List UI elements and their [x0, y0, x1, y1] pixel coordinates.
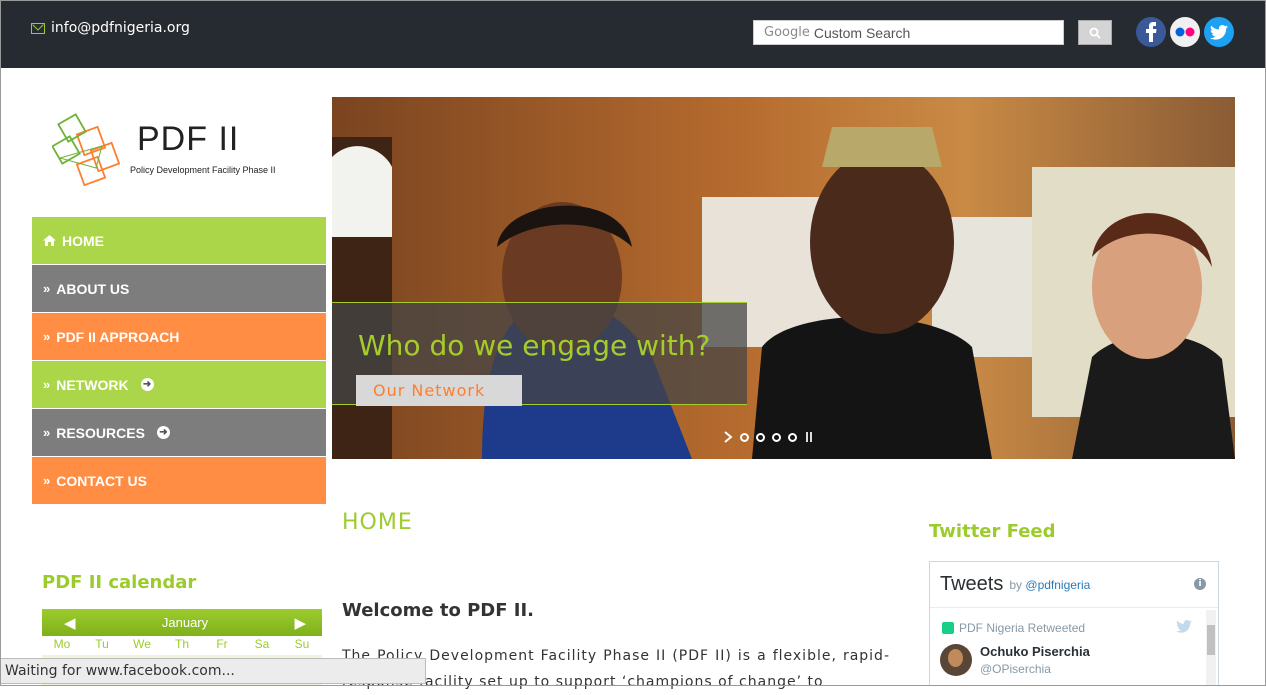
menu-label-network: NETWORK: [56, 376, 129, 393]
slide-dot[interactable]: [772, 432, 781, 442]
weekday-label: We: [133, 637, 151, 651]
submenu-arrow-icon[interactable]: ➜: [156, 426, 170, 439]
menu-item-about-us[interactable]: » ABOUT US: [32, 265, 326, 313]
twitter-feed-title: Twitter Feed: [929, 521, 1056, 542]
email-link[interactable]: info@pdfnigeria.org: [31, 20, 190, 36]
menu-label-home: HOME: [62, 232, 104, 249]
email-text: info@pdfnigeria.org: [51, 20, 190, 36]
browser-status-bar: Waiting for www.facebook.com...: [0, 658, 426, 684]
tweet-author[interactable]: Ochuko Piserchia @OPiserchia: [940, 644, 1090, 676]
retweet-text: PDF Nigeria Retweeted: [959, 621, 1086, 635]
menu-item-resources[interactable]: » RESOURCES ➜: [32, 409, 326, 457]
weekday-label: Su: [294, 637, 310, 651]
twitter-icon[interactable]: [1204, 17, 1234, 47]
search-placeholder: Custom Search: [813, 24, 911, 41]
menu-item-home[interactable]: HOME: [32, 217, 326, 265]
pause-icon[interactable]: [804, 431, 814, 443]
main-menu: HOME » ABOUT US » PDF II APPROACH » NETW…: [32, 217, 326, 505]
scrollbar-thumb[interactable]: [1207, 625, 1215, 655]
twitter-bird-icon[interactable]: [1176, 620, 1192, 633]
next-icon[interactable]: [723, 431, 733, 443]
menu-item-network[interactable]: » NETWORK ➜: [32, 361, 326, 409]
slide-dot[interactable]: [756, 432, 765, 442]
weekday-label: Tu: [95, 637, 109, 651]
flickr-icon[interactable]: [1170, 17, 1200, 47]
calendar-month: January: [161, 615, 209, 630]
slide-caption: Who do we engage with? Our Network: [332, 302, 747, 406]
menu-label-pdf-approach: PDF II APPROACH: [56, 328, 180, 345]
logo-subtitle: Policy Development Facility Phase II: [130, 165, 276, 175]
page-title: HOME: [342, 510, 413, 535]
search-icon: [1089, 27, 1101, 39]
logo-title: PDF II: [137, 120, 240, 158]
twitter-handle-link[interactable]: @pdfnigeria: [1025, 578, 1090, 592]
prev-month-icon[interactable]: ◀: [64, 614, 76, 632]
avatar[interactable]: [940, 644, 972, 676]
weekday-label: Th: [174, 637, 189, 651]
weekday-label: Mo: [53, 637, 71, 651]
calendar-header: ◀ January ▶: [42, 609, 322, 636]
double-chevron-icon: »: [43, 329, 51, 344]
top-bar: info@pdfnigeria.org Google Custom Search: [0, 0, 1266, 68]
search-button[interactable]: [1078, 20, 1112, 45]
facebook-icon[interactable]: [1136, 17, 1166, 47]
calendar-weekdays: Mo Tu We Th Fr Sa Su: [42, 637, 322, 655]
weekday-label: Sa: [254, 637, 270, 651]
retweet-icon: [942, 622, 954, 634]
tweet-author-handle: @OPiserchia: [980, 662, 1051, 676]
submenu-arrow-icon[interactable]: ➜: [140, 378, 154, 391]
double-chevron-icon: »: [43, 377, 51, 392]
menu-item-pdf-approach[interactable]: » PDF II APPROACH: [32, 313, 326, 361]
retweet-note: PDF Nigeria Retweeted: [942, 621, 1085, 635]
next-month-icon[interactable]: ▶: [294, 614, 306, 632]
tweets-by: by @pdfnigeria: [1009, 577, 1091, 592]
slider-controls: [723, 431, 814, 443]
slide-dot[interactable]: [788, 432, 797, 442]
double-chevron-icon: »: [43, 473, 51, 488]
tweets-heading: Tweets: [940, 573, 1004, 595]
calendar-title: PDF II calendar: [42, 572, 197, 593]
our-network-button[interactable]: Our Network: [356, 375, 522, 406]
double-chevron-icon: »: [43, 425, 51, 440]
twitter-widget: Tweets by @pdfnigeria i PDF Nigeria Retw…: [929, 561, 1219, 686]
envelope-icon: [31, 22, 45, 34]
menu-item-contact-us[interactable]: » CONTACT US: [32, 457, 326, 505]
menu-label-contact-us: CONTACT US: [56, 472, 147, 489]
menu-label-resources: RESOURCES: [56, 424, 145, 441]
site-logo[interactable]: PDF II Policy Development Facility Phase…: [52, 110, 292, 194]
welcome-heading: Welcome to PDF II.: [342, 600, 535, 621]
double-chevron-icon: »: [43, 281, 51, 296]
twitter-widget-header: Tweets by @pdfnigeria i: [930, 562, 1218, 608]
slide-dot[interactable]: [740, 432, 749, 442]
search-brand: Google: [764, 25, 810, 40]
home-icon: [43, 235, 56, 246]
info-icon[interactable]: i: [1194, 578, 1206, 590]
menu-label-about-us: ABOUT US: [56, 280, 130, 297]
weekday-label: Fr: [216, 637, 228, 651]
slide-caption-text: Who do we engage with?: [358, 329, 711, 362]
twitter-scrollbar[interactable]: [1206, 610, 1216, 685]
tweet-author-name: Ochuko Piserchia: [980, 644, 1090, 659]
search-input[interactable]: Google Custom Search: [753, 20, 1064, 45]
logo-mark: [52, 113, 121, 187]
